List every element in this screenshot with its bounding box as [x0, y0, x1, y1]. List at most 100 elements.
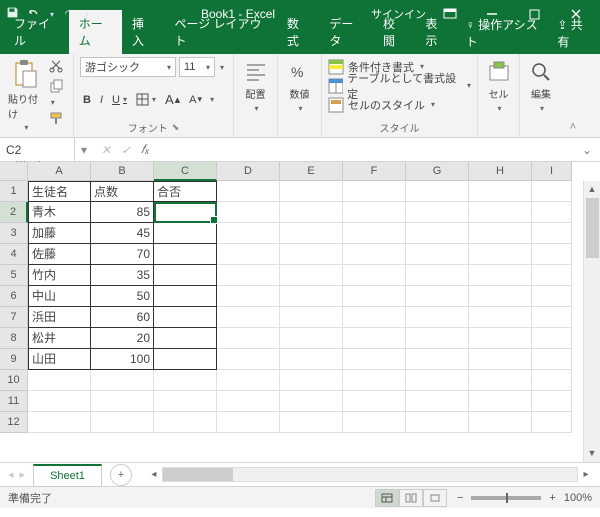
row-header[interactable]: 7 [0, 307, 28, 328]
cell[interactable] [469, 307, 532, 328]
cell[interactable] [154, 223, 217, 244]
zoom-slider[interactable] [471, 496, 541, 500]
cell[interactable] [406, 370, 469, 391]
zoom-in-icon[interactable]: + [549, 492, 555, 504]
font-launcher-icon[interactable]: ⬊ [172, 122, 180, 133]
alignment-button[interactable]: 配置▾ [245, 57, 267, 117]
cell[interactable] [343, 391, 406, 412]
cell[interactable] [343, 286, 406, 307]
tab-insert[interactable]: 挿入 [122, 10, 164, 54]
increase-font-icon[interactable]: A▴ [162, 90, 183, 109]
tab-view[interactable]: 表示 [415, 10, 457, 54]
scroll-left-icon[interactable]: ◂ [146, 469, 162, 480]
cell[interactable] [406, 412, 469, 433]
cell[interactable] [217, 349, 280, 370]
cell[interactable] [406, 307, 469, 328]
cell[interactable] [469, 181, 532, 202]
cell[interactable] [343, 349, 406, 370]
cell[interactable] [343, 328, 406, 349]
column-header[interactable]: B [91, 162, 154, 181]
cell[interactable] [406, 391, 469, 412]
cell[interactable] [343, 223, 406, 244]
scroll-up-icon[interactable]: ▲ [584, 181, 600, 198]
cell[interactable] [469, 349, 532, 370]
column-header[interactable]: G [406, 162, 469, 181]
tab-home[interactable]: ホーム [69, 10, 122, 54]
name-box[interactable]: C2 [0, 138, 75, 161]
row-header[interactable]: 4 [0, 244, 28, 265]
cell[interactable] [406, 349, 469, 370]
cell[interactable] [154, 307, 217, 328]
view-normal-icon[interactable] [375, 489, 399, 507]
column-header[interactable]: E [280, 162, 343, 181]
underline-button[interactable]: U▾ [109, 92, 130, 108]
cell[interactable] [154, 349, 217, 370]
new-sheet-button[interactable]: + [110, 464, 132, 486]
sheet-tab[interactable]: Sheet1 [33, 464, 102, 487]
cell[interactable] [532, 223, 572, 244]
cell[interactable] [280, 370, 343, 391]
cell[interactable] [406, 244, 469, 265]
cell[interactable] [280, 244, 343, 265]
cell[interactable]: 点数 [91, 181, 154, 202]
cell[interactable] [532, 202, 572, 223]
select-all-corner[interactable] [0, 162, 28, 181]
cell[interactable] [217, 412, 280, 433]
row-header[interactable]: 1 [0, 181, 28, 202]
row-header[interactable]: 2 [0, 202, 28, 223]
vertical-scrollbar[interactable]: ▲ ▼ [583, 181, 600, 462]
cell[interactable] [217, 286, 280, 307]
cell[interactable] [28, 412, 91, 433]
row-header[interactable]: 12 [0, 412, 28, 433]
cell[interactable] [280, 349, 343, 370]
cell[interactable] [28, 391, 91, 412]
cell[interactable] [217, 265, 280, 286]
cell[interactable] [532, 181, 572, 202]
cell[interactable] [343, 412, 406, 433]
cell[interactable] [154, 328, 217, 349]
cell[interactable] [280, 412, 343, 433]
tab-formulas[interactable]: 数式 [277, 10, 319, 54]
cell[interactable]: 45 [91, 223, 154, 244]
cell[interactable] [469, 370, 532, 391]
cell[interactable] [217, 370, 280, 391]
cell[interactable] [343, 370, 406, 391]
cell[interactable] [469, 412, 532, 433]
column-header[interactable]: D [217, 162, 280, 181]
cell[interactable] [532, 244, 572, 265]
cell[interactable] [343, 181, 406, 202]
cell[interactable] [217, 244, 280, 265]
sheet-nav-next-icon[interactable]: ▸ [20, 468, 26, 481]
editing-button[interactable]: 編集▾ [526, 57, 556, 117]
cell[interactable]: 中山 [28, 286, 91, 307]
column-header[interactable]: I [532, 162, 572, 181]
redo-icon[interactable] [62, 6, 75, 22]
row-header[interactable]: 3 [0, 223, 28, 244]
cell[interactable] [217, 391, 280, 412]
hscroll-thumb[interactable] [163, 468, 233, 481]
zoom-out-icon[interactable]: − [457, 492, 463, 504]
cell[interactable] [532, 328, 572, 349]
cell[interactable] [532, 286, 572, 307]
cell[interactable] [217, 181, 280, 202]
cell[interactable] [280, 181, 343, 202]
cell[interactable] [280, 328, 343, 349]
row-header[interactable]: 5 [0, 265, 28, 286]
cell[interactable] [469, 286, 532, 307]
cell[interactable]: 竹内 [28, 265, 91, 286]
cell[interactable]: 合否 [154, 181, 217, 202]
view-pagelayout-icon[interactable] [399, 489, 423, 507]
zoom-level[interactable]: 100% [564, 492, 592, 504]
cell[interactable] [217, 202, 280, 223]
share-button[interactable]: ⇪ 共有 [557, 16, 592, 50]
cell[interactable] [406, 286, 469, 307]
cell[interactable] [406, 328, 469, 349]
scroll-down-icon[interactable]: ▼ [584, 445, 600, 462]
cell[interactable] [469, 265, 532, 286]
cell[interactable] [154, 370, 217, 391]
cell[interactable] [154, 391, 217, 412]
cell[interactable] [217, 328, 280, 349]
cell[interactable] [343, 202, 406, 223]
cell[interactable] [469, 202, 532, 223]
cell[interactable] [217, 307, 280, 328]
